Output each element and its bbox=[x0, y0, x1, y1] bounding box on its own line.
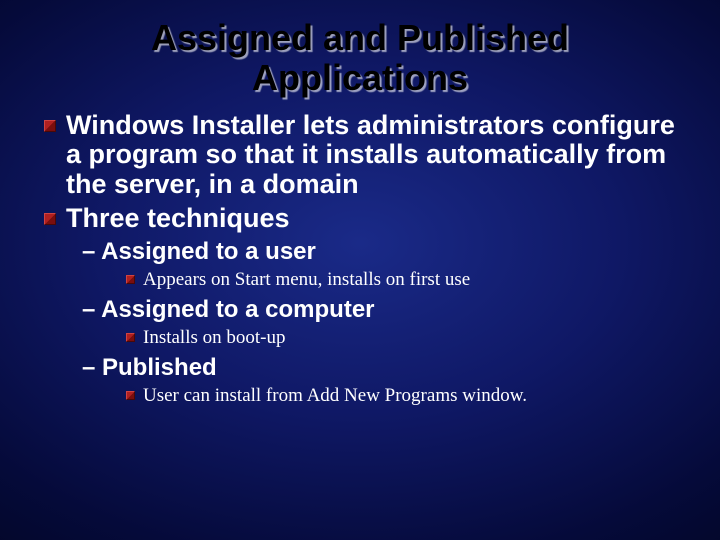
subbullet-3: – Published bbox=[82, 353, 680, 383]
bullet-1-text: Windows Installer lets administrators co… bbox=[66, 111, 680, 200]
square-bullet-icon bbox=[126, 333, 135, 342]
subsub-3-text: User can install from Add New Programs w… bbox=[143, 385, 680, 407]
subsub-2-text: Installs on boot-up bbox=[143, 327, 680, 349]
slide-title: Assigned and Published Applications bbox=[40, 18, 680, 99]
subsub-1: Appears on Start menu, installs on first… bbox=[126, 269, 680, 291]
bullet-2-text: Three techniques bbox=[66, 204, 680, 234]
subbullet-1: – Assigned to a user bbox=[82, 237, 680, 267]
subsub-1-text: Appears on Start menu, installs on first… bbox=[143, 269, 680, 291]
title-line-2: Applications bbox=[252, 57, 468, 98]
square-bullet-icon bbox=[44, 120, 56, 132]
bullet-2: Three techniques bbox=[44, 204, 680, 234]
square-bullet-icon bbox=[126, 275, 135, 284]
slide: Assigned and Published Applications Wind… bbox=[0, 0, 720, 540]
title-line-1: Assigned and Published bbox=[151, 17, 569, 58]
square-bullet-icon bbox=[44, 213, 56, 225]
square-bullet-icon bbox=[126, 391, 135, 400]
subsub-3: User can install from Add New Programs w… bbox=[126, 385, 680, 407]
subbullet-2: – Assigned to a computer bbox=[82, 295, 680, 325]
subsub-2: Installs on boot-up bbox=[126, 327, 680, 349]
bullet-1: Windows Installer lets administrators co… bbox=[44, 111, 680, 200]
